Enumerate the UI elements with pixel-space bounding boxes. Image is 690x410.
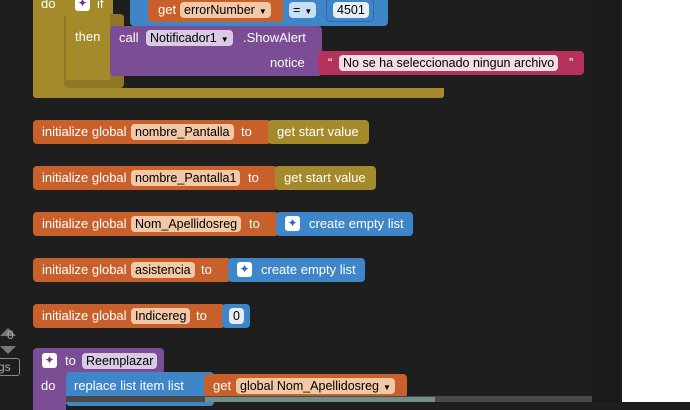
procedure-name-field[interactable]: Reemplazar <box>82 353 158 369</box>
control-block-base <box>33 88 444 98</box>
if-inner-fill <box>66 14 110 80</box>
variable-name: errorNumber <box>184 3 255 17</box>
notice-label: notice <box>270 55 305 70</box>
dropdown-arrow-icon: ▼ <box>382 383 391 392</box>
initialize-global-label: initialize global <box>42 216 127 231</box>
global-name-field[interactable]: nombre_Pantalla <box>131 124 234 140</box>
if-label: if <box>97 0 104 11</box>
global-name-field[interactable]: nombre_Pantalla1 <box>131 170 241 186</box>
component-dropdown[interactable]: Notificador1 ▼ <box>146 30 233 46</box>
zoom-out-icon[interactable] <box>0 346 16 354</box>
quote-close: ” <box>569 55 574 70</box>
to-label: to <box>196 308 207 323</box>
initialize-global-label: initialize global <box>42 124 127 139</box>
to-label: to <box>241 124 252 139</box>
operator-value: = <box>293 3 301 17</box>
number-value[interactable]: 4501 <box>333 2 369 18</box>
dropdown-arrow-icon: ▼ <box>220 35 229 44</box>
scrollbar-thumb[interactable] <box>205 397 435 402</box>
value-label: create empty list <box>261 262 356 277</box>
component-name: Notificador1 <box>150 31 217 45</box>
gear-icon[interactable]: ✦ <box>75 0 90 11</box>
get-label: get <box>213 378 232 393</box>
workspace-gutter <box>592 0 622 402</box>
to-label: to <box>201 262 212 277</box>
global-name-field[interactable]: Nom_Apellidosreg <box>131 216 242 232</box>
initialize-global-label: initialize global <box>42 170 127 185</box>
dropdown-arrow-icon: ▼ <box>304 7 313 16</box>
to-label: to <box>248 170 259 185</box>
gear-icon[interactable]: ✦ <box>285 216 300 231</box>
get-label: get <box>158 2 177 17</box>
do-label: do <box>41 378 56 393</box>
gear-icon[interactable]: ✦ <box>42 353 57 368</box>
replace-label: replace list item list <box>74 378 184 393</box>
initialize-global-label: initialize global <box>42 262 127 277</box>
to-label: to <box>65 353 76 368</box>
gear-icon[interactable]: ✦ <box>237 262 252 277</box>
counter-value: 0 <box>7 328 14 342</box>
method-name: .ShowAlert <box>243 30 306 45</box>
value-label: get start value <box>277 124 359 139</box>
then-label: then <box>75 29 101 44</box>
dropdown-arrow-icon: ▼ <box>258 7 267 16</box>
do-label: do <box>41 0 56 11</box>
global-var-dropdown[interactable]: global Nom_Apellidosreg ▼ <box>236 378 395 394</box>
quote-open: “ <box>328 55 333 70</box>
number-value[interactable]: 0 <box>229 308 244 324</box>
operator-dropdown[interactable]: = ▼ <box>289 2 317 18</box>
global-name-field[interactable]: Indicereg <box>131 308 191 324</box>
call-label: call <box>119 30 139 45</box>
global-var-name: global Nom_Apellidosreg <box>240 379 379 393</box>
initialize-global-label: initialize global <box>42 308 127 323</box>
value-label: get start value <box>284 170 366 185</box>
to-label: to <box>249 216 260 231</box>
workspace-tab[interactable]: gs <box>0 358 20 376</box>
global-name-field[interactable]: asistencia <box>131 262 195 278</box>
workspace-tab-label: gs <box>0 360 11 374</box>
side-panel <box>622 0 690 402</box>
notice-text[interactable]: No se ha seleccionado ningun archivo <box>339 55 559 71</box>
variable-dropdown[interactable]: errorNumber ▼ <box>180 2 271 18</box>
value-label: create empty list <box>309 216 404 231</box>
